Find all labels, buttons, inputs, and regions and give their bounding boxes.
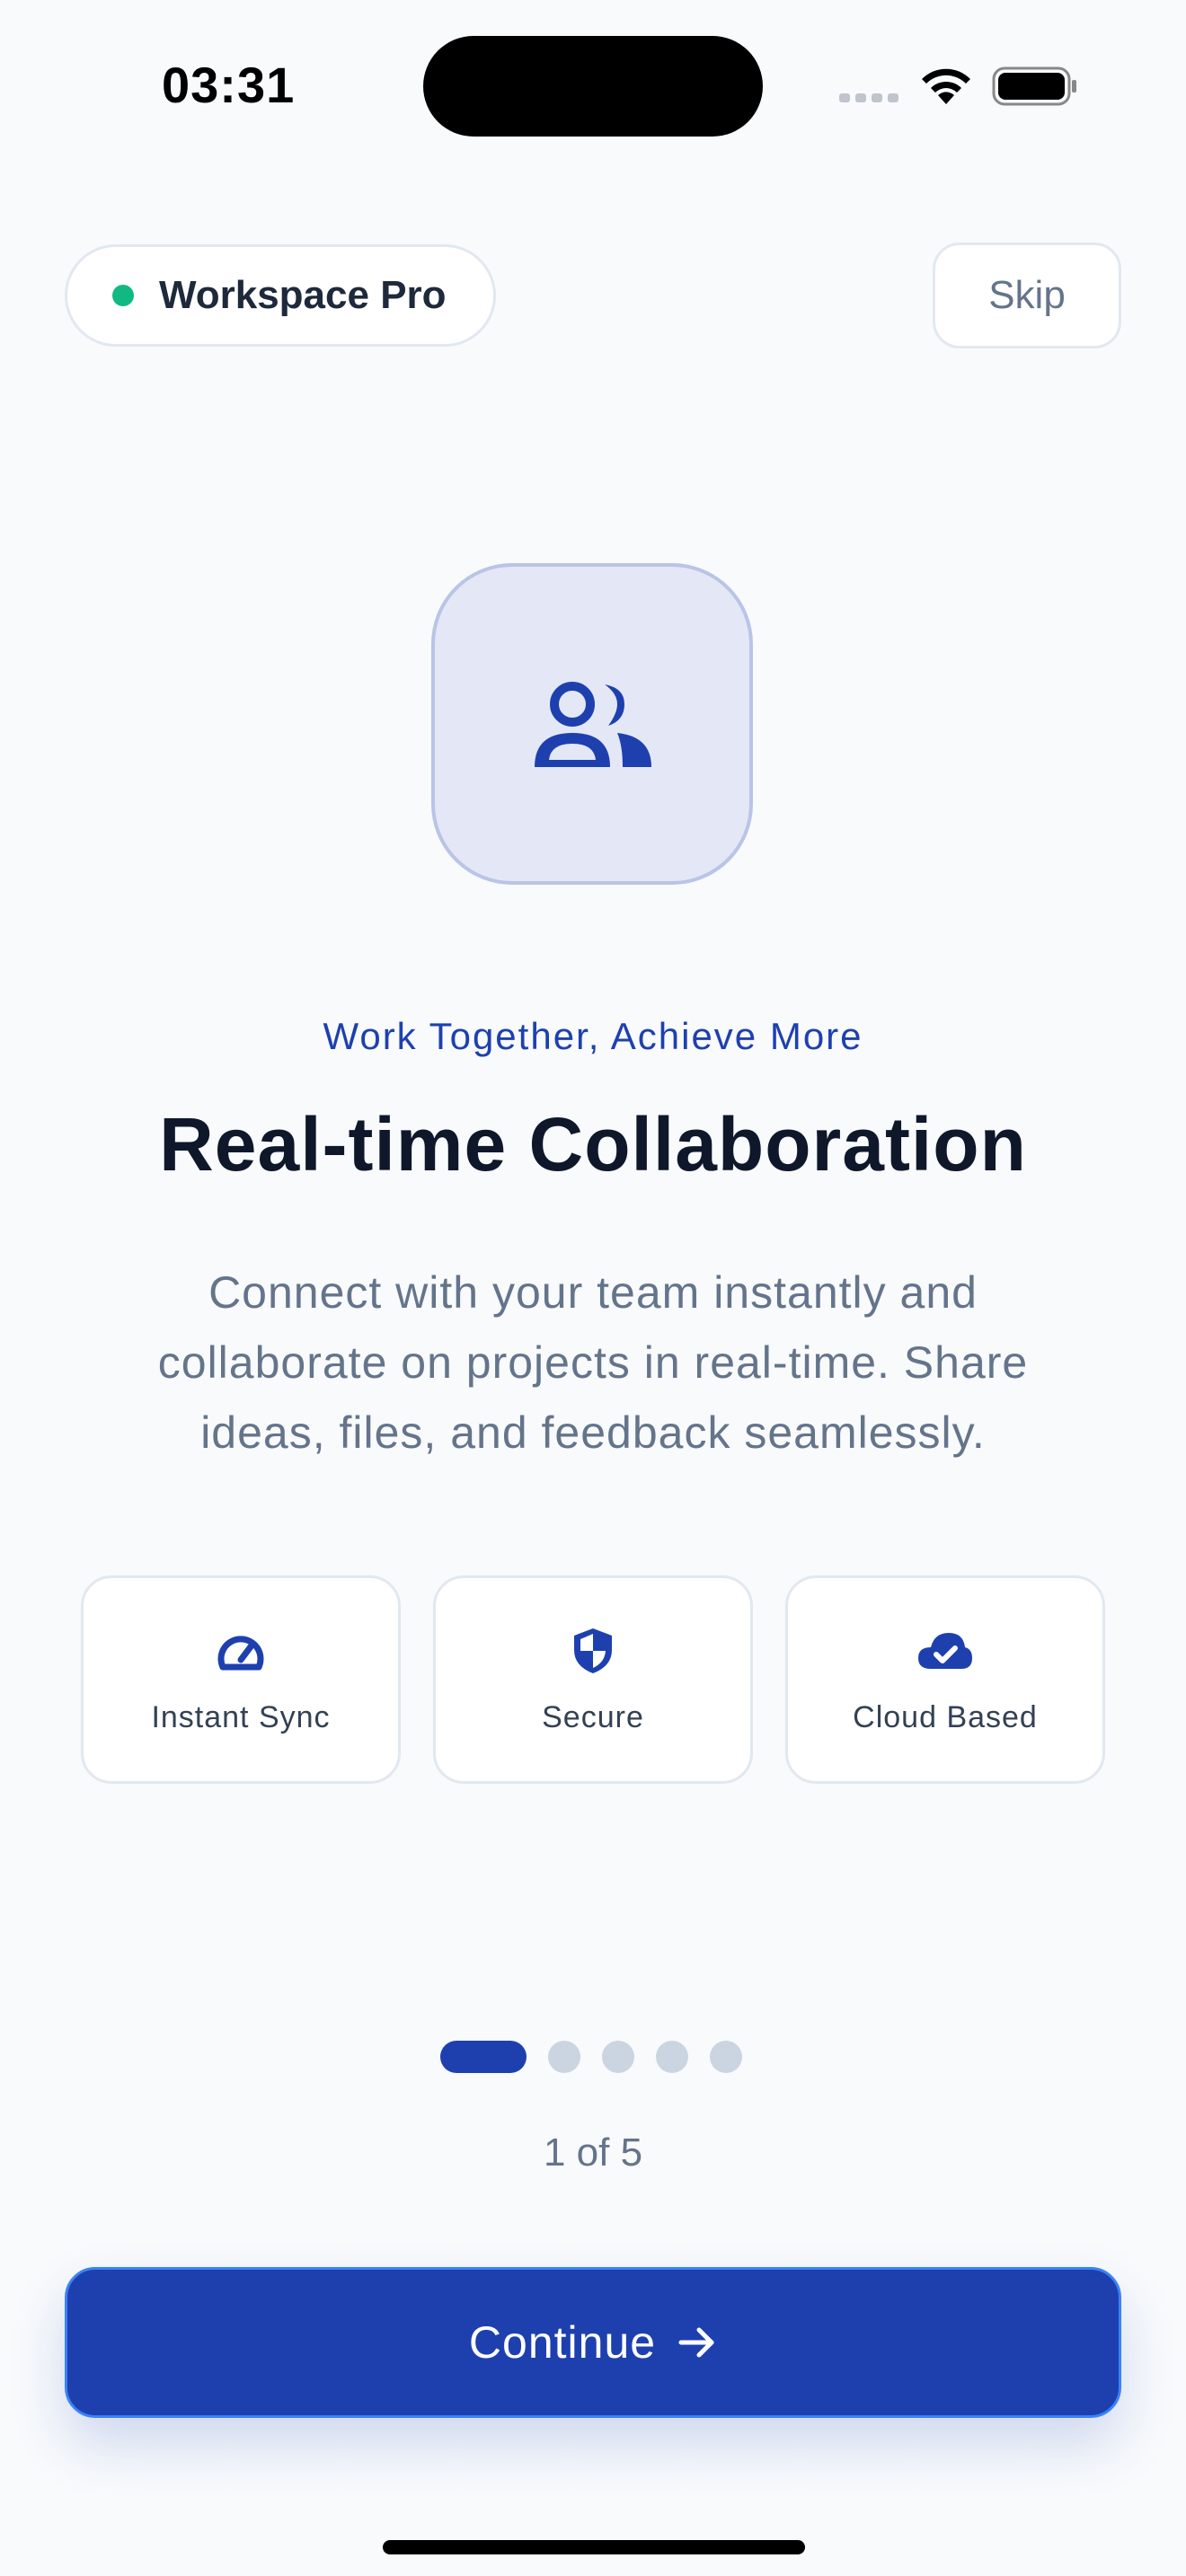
page-count: 1 of 5: [543, 2130, 643, 2175]
arrow-right-icon: [678, 2327, 714, 2358]
page-dot-3[interactable]: [602, 2041, 634, 2073]
feature-label: Secure: [542, 1700, 644, 1734]
feature-card-cloud-based: Cloud Based: [785, 1575, 1105, 1784]
battery-icon: [992, 66, 1078, 110]
feature-label: Instant Sync: [151, 1700, 331, 1734]
continue-button[interactable]: Continue: [65, 2267, 1121, 2418]
feature-card-secure: Secure: [433, 1575, 753, 1784]
dynamic-island: [423, 36, 763, 137]
hero-description: Connect with your team instantly and col…: [157, 1267, 1029, 1458]
feature-card-instant-sync: Instant Sync: [81, 1575, 401, 1784]
hero-subtitle: Work Together, Achieve More: [323, 1015, 863, 1057]
page-dot-5[interactable]: [710, 2041, 742, 2073]
home-indicator[interactable]: [383, 2540, 805, 2554]
page-indicator: [440, 2041, 742, 2073]
page-dot-2[interactable]: [548, 2041, 580, 2073]
brand-name: Workspace Pro: [159, 273, 447, 317]
wifi-icon: [918, 65, 974, 110]
shield-icon: [574, 1628, 612, 1673]
brand-badge: Workspace Pro: [65, 244, 496, 347]
users-icon: [535, 682, 651, 767]
speedometer-icon: [217, 1636, 264, 1671]
hero-title: Real-time Collaboration: [159, 1102, 1027, 1187]
cloud-check-icon: [918, 1633, 972, 1669]
skip-button[interactable]: Skip: [933, 243, 1121, 348]
cellular-signal-icon: [839, 93, 898, 102]
hero-icon-tile: [431, 563, 753, 885]
continue-label: Continue: [468, 2317, 657, 2368]
status-time: 03:31: [162, 57, 296, 113]
feature-label: Cloud Based: [853, 1700, 1038, 1734]
online-status-dot: [112, 285, 134, 306]
page-dot-1[interactable]: [440, 2041, 527, 2073]
onboarding-screen: 03:31 Workspace Pro Skip Work Together, …: [0, 0, 1186, 2576]
page-dot-4[interactable]: [656, 2041, 688, 2073]
